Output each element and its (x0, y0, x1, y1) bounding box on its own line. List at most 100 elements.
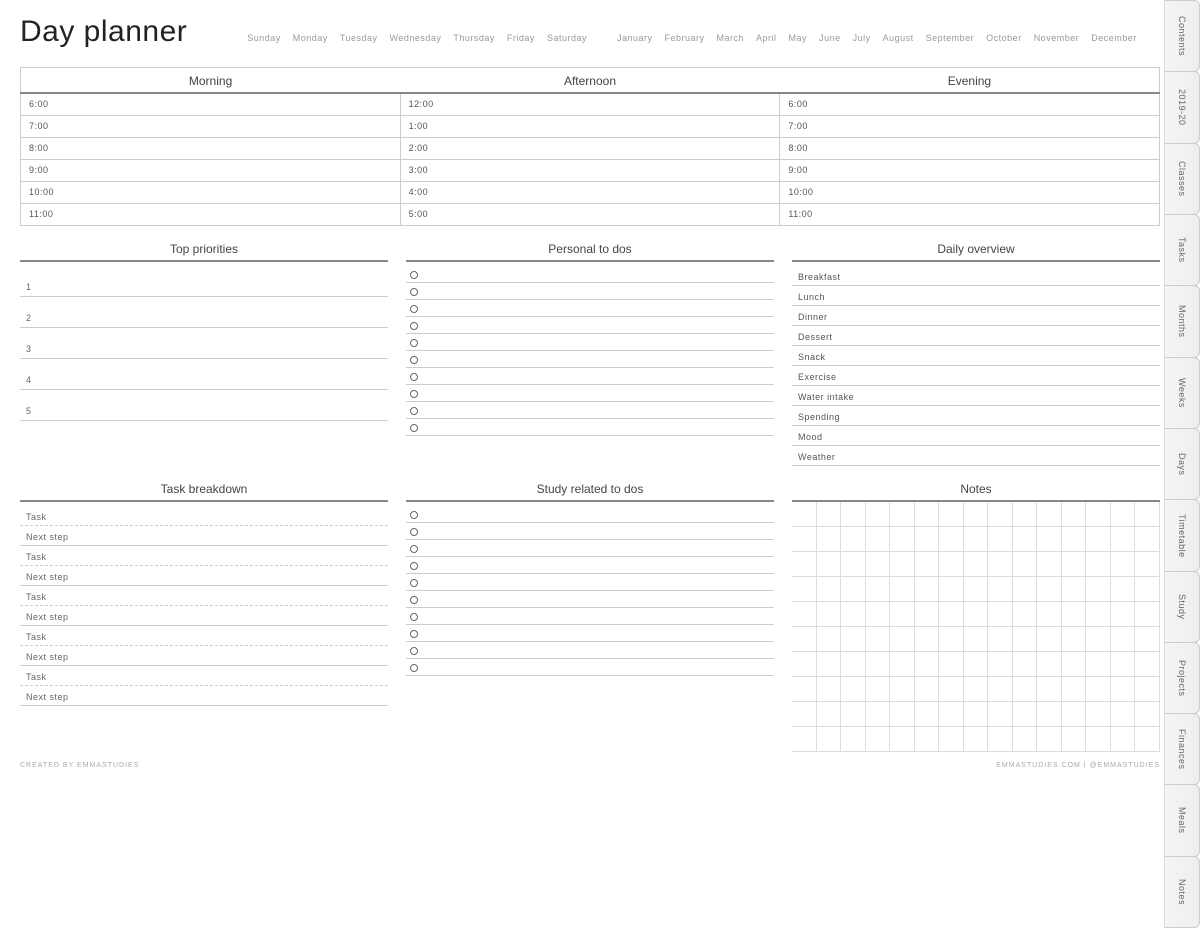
schedule-cell[interactable]: 8:00 (780, 137, 1160, 159)
month-april[interactable]: April (756, 33, 777, 43)
study-todo-row[interactable] (406, 591, 774, 608)
month-february[interactable]: February (665, 33, 705, 43)
tab-study[interactable]: Study (1164, 571, 1200, 643)
radio-icon[interactable] (410, 579, 418, 587)
study-todo-row[interactable] (406, 574, 774, 591)
radio-icon[interactable] (410, 322, 418, 330)
overview-row[interactable]: Mood (792, 426, 1160, 446)
study-todo-row[interactable] (406, 557, 774, 574)
breakdown-next-row[interactable]: Next step (20, 606, 388, 626)
personal-todo-row[interactable] (406, 385, 774, 402)
radio-icon[interactable] (410, 356, 418, 364)
breakdown-task-row[interactable]: Task (20, 546, 388, 566)
weekday-thursday[interactable]: Thursday (453, 33, 495, 43)
schedule-cell[interactable]: 6:00 (21, 93, 401, 115)
month-may[interactable]: May (789, 33, 808, 43)
overview-row[interactable]: Dessert (792, 326, 1160, 346)
schedule-cell[interactable]: 6:00 (780, 93, 1160, 115)
radio-icon[interactable] (410, 528, 418, 536)
schedule-cell[interactable]: 3:00 (400, 159, 780, 181)
priority-row[interactable]: 5 (20, 390, 388, 421)
overview-row[interactable]: Lunch (792, 286, 1160, 306)
tab-notes[interactable]: Notes (1164, 856, 1200, 928)
overview-row[interactable]: Water intake (792, 386, 1160, 406)
schedule-cell[interactable]: 11:00 (780, 203, 1160, 225)
breakdown-task-row[interactable]: Task (20, 666, 388, 686)
weekday-saturday[interactable]: Saturday (547, 33, 587, 43)
personal-todo-row[interactable] (406, 368, 774, 385)
month-january[interactable]: January (617, 33, 653, 43)
personal-todo-row[interactable] (406, 402, 774, 419)
schedule-cell[interactable]: 10:00 (21, 181, 401, 203)
weekday-friday[interactable]: Friday (507, 33, 535, 43)
radio-icon[interactable] (410, 630, 418, 638)
breakdown-task-row[interactable]: Task (20, 586, 388, 606)
radio-icon[interactable] (410, 390, 418, 398)
tab-finances[interactable]: Finances (1164, 713, 1200, 785)
personal-todo-row[interactable] (406, 266, 774, 283)
schedule-cell[interactable]: 7:00 (780, 115, 1160, 137)
radio-icon[interactable] (410, 373, 418, 381)
breakdown-task-row[interactable]: Task (20, 506, 388, 526)
radio-icon[interactable] (410, 288, 418, 296)
breakdown-next-row[interactable]: Next step (20, 686, 388, 706)
schedule-cell[interactable]: 9:00 (780, 159, 1160, 181)
schedule-cell[interactable]: 1:00 (400, 115, 780, 137)
study-todo-row[interactable] (406, 625, 774, 642)
tab-days[interactable]: Days (1164, 428, 1200, 500)
schedule-cell[interactable]: 2:00 (400, 137, 780, 159)
schedule-cell[interactable]: 11:00 (21, 203, 401, 225)
radio-icon[interactable] (410, 339, 418, 347)
month-october[interactable]: October (986, 33, 1022, 43)
overview-row[interactable]: Snack (792, 346, 1160, 366)
radio-icon[interactable] (410, 562, 418, 570)
priority-row[interactable]: 2 (20, 297, 388, 328)
priority-row[interactable]: 4 (20, 359, 388, 390)
personal-todo-row[interactable] (406, 334, 774, 351)
schedule-cell[interactable]: 8:00 (21, 137, 401, 159)
personal-todo-row[interactable] (406, 419, 774, 436)
study-todo-row[interactable] (406, 608, 774, 625)
overview-row[interactable]: Exercise (792, 366, 1160, 386)
schedule-cell[interactable]: 10:00 (780, 181, 1160, 203)
weekday-wednesday[interactable]: Wednesday (390, 33, 442, 43)
overview-row[interactable]: Spending (792, 406, 1160, 426)
month-september[interactable]: September (926, 33, 975, 43)
tab-2019-20[interactable]: 2019-20 (1164, 71, 1200, 143)
tab-projects[interactable]: Projects (1164, 642, 1200, 714)
study-todo-row[interactable] (406, 642, 774, 659)
radio-icon[interactable] (410, 305, 418, 313)
breakdown-next-row[interactable]: Next step (20, 566, 388, 586)
study-todo-row[interactable] (406, 540, 774, 557)
month-july[interactable]: July (853, 33, 871, 43)
priority-row[interactable]: 1 (20, 266, 388, 297)
radio-icon[interactable] (410, 613, 418, 621)
study-todo-row[interactable] (406, 659, 774, 676)
overview-row[interactable]: Breakfast (792, 266, 1160, 286)
month-march[interactable]: March (717, 33, 745, 43)
radio-icon[interactable] (410, 424, 418, 432)
tab-contents[interactable]: Contents (1164, 0, 1200, 72)
personal-todo-row[interactable] (406, 283, 774, 300)
tab-timetable[interactable]: Timetable (1164, 499, 1200, 571)
personal-todo-row[interactable] (406, 351, 774, 368)
radio-icon[interactable] (410, 271, 418, 279)
weekday-tuesday[interactable]: Tuesday (340, 33, 378, 43)
overview-row[interactable]: Weather (792, 446, 1160, 466)
schedule-cell[interactable]: 12:00 (400, 93, 780, 115)
breakdown-next-row[interactable]: Next step (20, 646, 388, 666)
month-august[interactable]: August (883, 33, 914, 43)
tab-meals[interactable]: Meals (1164, 784, 1200, 856)
radio-icon[interactable] (410, 545, 418, 553)
schedule-cell[interactable]: 7:00 (21, 115, 401, 137)
overview-row[interactable]: Dinner (792, 306, 1160, 326)
weekday-monday[interactable]: Monday (293, 33, 328, 43)
personal-todo-row[interactable] (406, 317, 774, 334)
month-december[interactable]: December (1091, 33, 1137, 43)
schedule-cell[interactable]: 4:00 (400, 181, 780, 203)
weekday-sunday[interactable]: Sunday (247, 33, 281, 43)
breakdown-task-row[interactable]: Task (20, 626, 388, 646)
radio-icon[interactable] (410, 664, 418, 672)
tab-months[interactable]: Months (1164, 285, 1200, 357)
radio-icon[interactable] (410, 596, 418, 604)
